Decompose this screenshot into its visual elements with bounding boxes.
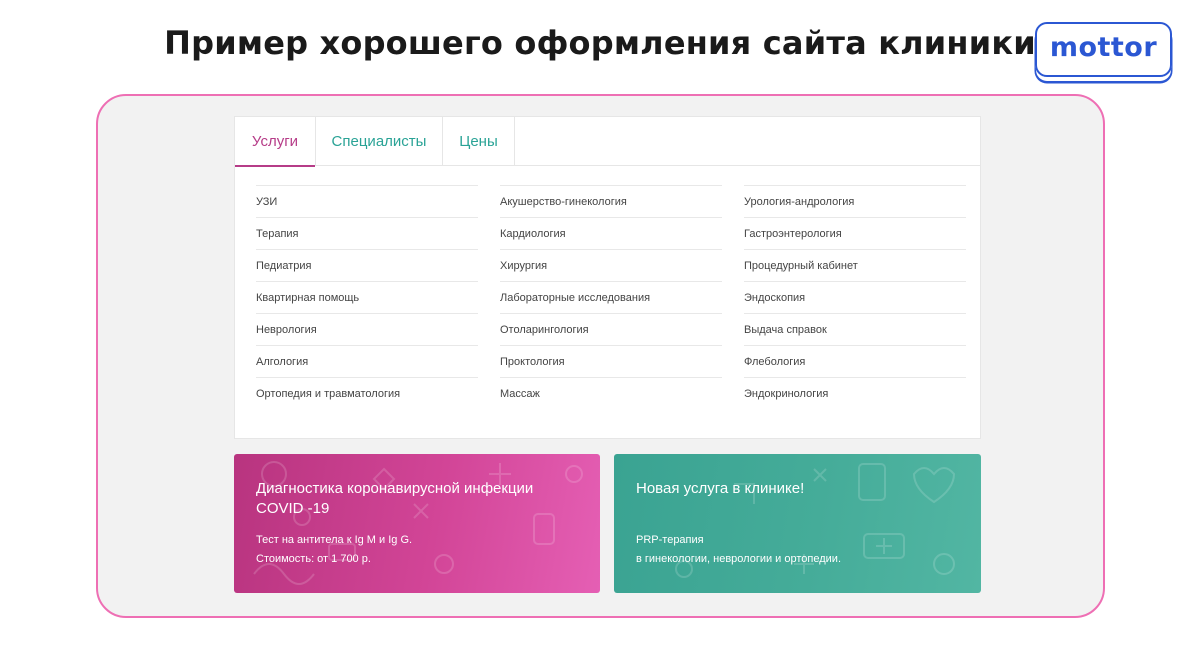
service-link[interactable]: Алгология <box>256 345 478 377</box>
tab-bar: Услуги Специалисты Цены <box>235 117 980 167</box>
service-link[interactable]: Процедурный кабинет <box>744 249 966 281</box>
tab-services[interactable]: Услуги <box>235 117 316 167</box>
tab-prices[interactable]: Цены <box>443 117 515 166</box>
service-link[interactable]: Акушерство-гинекология <box>500 185 722 217</box>
covid-promo-banner[interactable]: Диагностика коронавирусной инфекции COVI… <box>234 454 600 593</box>
new-service-prp-text: PRP-терапия <box>636 534 704 546</box>
services-column-2: Акушерство-гинекология Кардиология Хирур… <box>500 185 722 409</box>
service-link[interactable]: Ортопедия и травматология <box>256 377 478 409</box>
covid-promo-test-text: Тест на антитела к Ig M и Ig G. <box>256 534 413 546</box>
service-link[interactable]: Терапия <box>256 217 478 249</box>
services-card: Услуги Специалисты Цены УЗИ Терапия Педи… <box>234 116 981 439</box>
service-link[interactable]: Хирургия <box>500 249 722 281</box>
service-link[interactable]: Гастроэнтерология <box>744 217 966 249</box>
service-link[interactable]: Эндокринология <box>744 377 966 409</box>
covid-promo-title-line1: Диагностика коронавирусной инфекции <box>256 480 534 497</box>
service-link[interactable]: Проктология <box>500 345 722 377</box>
service-link[interactable]: Кардиология <box>500 217 722 249</box>
service-link[interactable]: УЗИ <box>256 185 478 217</box>
service-link[interactable]: Отоларингология <box>500 313 722 345</box>
new-service-areas-text: в гинекологии, неврологии и ортопедии. <box>636 553 842 565</box>
service-link[interactable]: Эндоскопия <box>744 281 966 313</box>
mottor-logo[interactable]: mottor <box>1035 22 1172 77</box>
medical-pattern-icon <box>253 461 583 585</box>
tab-specialists[interactable]: Специалисты <box>316 117 443 166</box>
medical-pattern-icon <box>675 463 956 578</box>
service-link[interactable]: Флебология <box>744 345 966 377</box>
services-column-1: УЗИ Терапия Педиатрия Квартирная помощь … <box>256 185 478 409</box>
page-title: Пример хорошего оформления сайта клиники <box>164 24 1036 62</box>
covid-promo-title: Диагностика коронавирусной инфекции COVI… <box>256 479 586 519</box>
service-link[interactable]: Выдача справок <box>744 313 966 345</box>
covid-promo-title-line2: COVID -19 <box>256 500 330 517</box>
service-link[interactable]: Лабораторные исследования <box>500 281 722 313</box>
covid-promo-price-text: Стоимость: от 1 700 р. <box>256 553 371 565</box>
service-link[interactable]: Квартирная помощь <box>256 281 478 313</box>
services-column-3: Урология-андрология Гастроэнтерология Пр… <box>744 185 966 409</box>
new-service-promo-title: Новая услуга в клинике! <box>636 480 805 497</box>
service-link[interactable]: Неврология <box>256 313 478 345</box>
new-service-promo-banner[interactable]: Новая услуга в клинике! PRP-терапия в ги… <box>614 454 981 593</box>
service-link[interactable]: Массаж <box>500 377 722 409</box>
service-link[interactable]: Педиатрия <box>256 249 478 281</box>
service-link[interactable]: Урология-андрология <box>744 185 966 217</box>
